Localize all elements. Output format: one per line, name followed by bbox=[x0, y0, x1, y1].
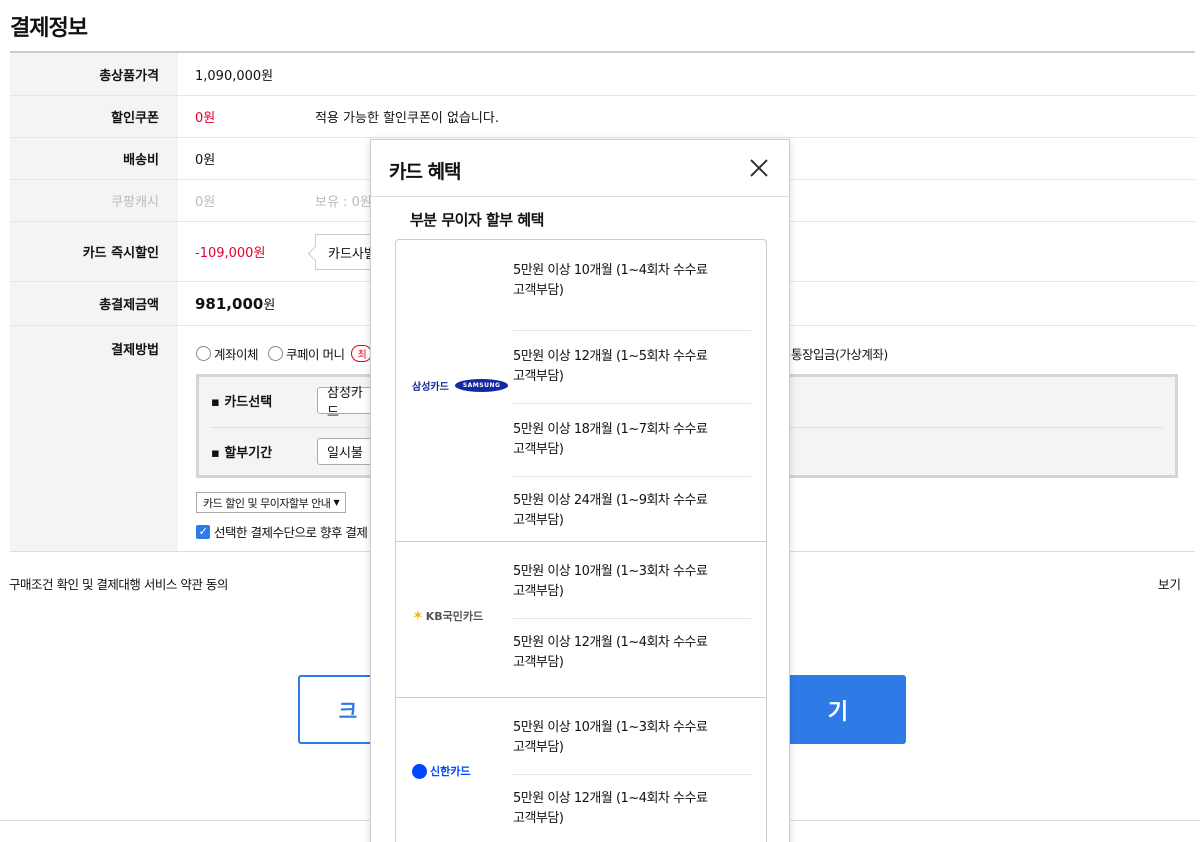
samsung-card-logo: 삼성카드 SAMSUNG bbox=[412, 378, 509, 393]
list-item: 5만원 이상 10개월 (1~4회차 수수료고객부담) bbox=[513, 258, 751, 331]
entry-line2: 고객부담) bbox=[513, 513, 564, 528]
entry-line1: 5만원 이상 12개월 (1~4회차 수수료 bbox=[513, 791, 708, 806]
row-label: 총결제금액 bbox=[10, 282, 178, 325]
radio-circle[interactable] bbox=[268, 346, 284, 361]
bank-kb: ✶ KB국민카드 5만원 이상 10개월 (1~3회차 수수료고객부담) 5만원… bbox=[396, 542, 766, 698]
entries: 5만원 이상 10개월 (1~4회차 수수료고객부담) 5만원 이상 12개월 … bbox=[513, 240, 751, 539]
entry-line1: 5만원 이상 24개월 (1~9회차 수수료 bbox=[513, 493, 708, 508]
row-label: 총상품가격 bbox=[10, 53, 178, 95]
row-coupon: 할인쿠폰 0원 적용 가능한 할인쿠폰이 없습니다. bbox=[10, 96, 1195, 138]
radio-label-virtual-account[interactable]: 통장입금(가상계좌) bbox=[791, 344, 888, 363]
benefit-list: 삼성카드 SAMSUNG 5만원 이상 10개월 (1~4회차 수수료고객부담)… bbox=[395, 239, 767, 842]
row-label: 배송비 bbox=[10, 138, 178, 179]
installment-row: ▪ 할부기간 일시불 bbox=[211, 438, 377, 465]
modal-header: 카드 혜택 bbox=[371, 140, 789, 197]
terms-view-link[interactable]: 보기 bbox=[1158, 574, 1181, 593]
card-discount-value: -109,000원 bbox=[195, 246, 266, 261]
shinhan-logo-icon bbox=[412, 763, 427, 779]
entry-line1: 5만원 이상 10개월 (1~3회차 수수료 bbox=[513, 720, 708, 735]
entry-line1: 5만원 이상 12개월 (1~4회차 수수료 bbox=[513, 635, 708, 650]
list-item: 5만원 이상 12개월 (1~4회차 수수료고객부담) bbox=[513, 775, 751, 842]
bank-shinhan: 신한카드 5만원 이상 10개월 (1~3회차 수수료고객부담) 5만원 이상 … bbox=[396, 698, 766, 842]
close-icon[interactable] bbox=[747, 156, 771, 180]
entry-line1: 5만원 이상 12개월 (1~5회차 수수료 bbox=[513, 349, 708, 364]
radio-label: 계좌이체 bbox=[214, 347, 259, 362]
entries: 5만원 이상 10개월 (1~3회차 수수료고객부담) 5만원 이상 12개월 … bbox=[513, 542, 751, 691]
pay-method-options: 계좌이체 쿠페이 머니 최 bbox=[196, 344, 382, 363]
installment-label: ▪ 할부기간 bbox=[211, 446, 273, 461]
entry-line2: 고객부담) bbox=[513, 283, 564, 298]
kb-card-logo: ✶ KB국민카드 bbox=[412, 608, 483, 624]
entry-line1: 5만원 이상 10개월 (1~4회차 수수료 bbox=[513, 263, 708, 278]
card-guide-label: 카드 할인 및 무이자할부 안내 bbox=[203, 496, 331, 510]
list-item: 5만원 이상 10개월 (1~3회차 수수료고객부담) bbox=[513, 716, 751, 775]
total-price-value: 1,090,000원 bbox=[195, 68, 274, 84]
check-icon[interactable]: ✓ bbox=[196, 524, 210, 539]
modal-subtitle: 부분 무이자 할부 혜택 bbox=[410, 211, 544, 229]
final-amount-value: 981,000 bbox=[195, 294, 264, 313]
shipping-value: 0원 bbox=[195, 153, 216, 168]
entry-line1: 5만원 이상 10개월 (1~3회차 수수료 bbox=[513, 564, 708, 579]
radio-bank-transfer[interactable]: 계좌이체 bbox=[196, 344, 259, 363]
list-item: 5만원 이상 12개월 (1~5회차 수수료고객부담) bbox=[513, 331, 751, 404]
save-method-checkbox-row[interactable]: ✓ 선택한 결제수단으로 향후 결제 bbox=[196, 522, 368, 541]
entry-line2: 고객부담) bbox=[513, 655, 564, 670]
card-guide-dropdown[interactable]: 카드 할인 및 무이자할부 안내 ▼ bbox=[196, 492, 347, 513]
bank-name: 신한카드 bbox=[430, 765, 471, 778]
samsung-wordmark: SAMSUNG bbox=[454, 379, 509, 392]
kb-star-icon: ✶ bbox=[412, 608, 424, 624]
row-label: 결제방법 bbox=[10, 326, 178, 551]
list-item: 5만원 이상 24개월 (1~9회차 수수료고객부담) bbox=[513, 477, 751, 539]
card-benefit-modal: 카드 혜택 부분 무이자 할부 혜택 삼성카드 SAMSUNG 5만원 이상 1… bbox=[370, 139, 790, 842]
modal-title: 카드 혜택 bbox=[389, 161, 462, 183]
installment-dropdown[interactable]: 일시불 bbox=[317, 438, 377, 465]
card-select-row: ▪ 카드선택 삼성카드 bbox=[211, 386, 377, 420]
bank-name: KB국민카드 bbox=[425, 610, 484, 623]
radio-circle[interactable] bbox=[196, 346, 211, 361]
entry-line2: 고객부담) bbox=[513, 740, 564, 755]
card-select-dropdown[interactable]: 삼성카드 bbox=[317, 386, 377, 420]
pay-button[interactable]: 기 bbox=[770, 675, 906, 744]
save-method-label: 선택한 결제수단으로 향후 결제 bbox=[214, 525, 368, 540]
radio-coupay-money[interactable]: 쿠페이 머니 최 bbox=[268, 344, 373, 363]
final-amount-unit: 원 bbox=[263, 298, 276, 313]
bank-samsung: 삼성카드 SAMSUNG 5만원 이상 10개월 (1~4회차 수수료고객부담)… bbox=[396, 240, 766, 542]
list-item: 5만원 이상 10개월 (1~3회차 수수료고객부담) bbox=[513, 560, 751, 619]
coupon-note: 적용 가능한 할인쿠폰이 없습니다. bbox=[315, 111, 499, 126]
card-select-label: ▪ 카드선택 bbox=[211, 395, 273, 410]
shinhan-card-logo: 신한카드 bbox=[412, 763, 470, 779]
coupang-cash-value: 0원 bbox=[195, 195, 216, 210]
entries: 5만원 이상 10개월 (1~3회차 수수료고객부담) 5만원 이상 12개월 … bbox=[513, 698, 751, 842]
triangle-down-icon: ▼ bbox=[333, 498, 340, 507]
entry-line1: 5만원 이상 18개월 (1~7회차 수수료 bbox=[513, 422, 708, 437]
row-label: 할인쿠폰 bbox=[10, 96, 178, 137]
coupang-cash-note: 보유 : 0원 bbox=[315, 195, 372, 210]
row-label: 카드 즉시할인 bbox=[10, 222, 178, 281]
row-total-price: 총상품가격 1,090,000원 bbox=[10, 53, 1195, 96]
row-label: 쿠팡캐시 bbox=[10, 180, 178, 221]
list-item: 5만원 이상 18개월 (1~7회차 수수료고객부담) bbox=[513, 404, 751, 477]
entry-line2: 고객부담) bbox=[513, 369, 564, 384]
page-title: 결제정보 bbox=[10, 16, 88, 41]
terms-label: 구매조건 확인 및 결제대행 서비스 약관 동의 bbox=[9, 577, 228, 592]
entry-line2: 고객부담) bbox=[513, 442, 564, 457]
entry-line2: 고객부담) bbox=[513, 811, 564, 826]
coupon-value: 0원 bbox=[195, 111, 216, 126]
radio-label: 쿠페이 머니 bbox=[286, 347, 345, 362]
list-item: 5만원 이상 12개월 (1~4회차 수수료고객부담) bbox=[513, 619, 751, 691]
entry-line2: 고객부담) bbox=[513, 584, 564, 599]
bank-name: 삼성카드 bbox=[412, 382, 449, 393]
